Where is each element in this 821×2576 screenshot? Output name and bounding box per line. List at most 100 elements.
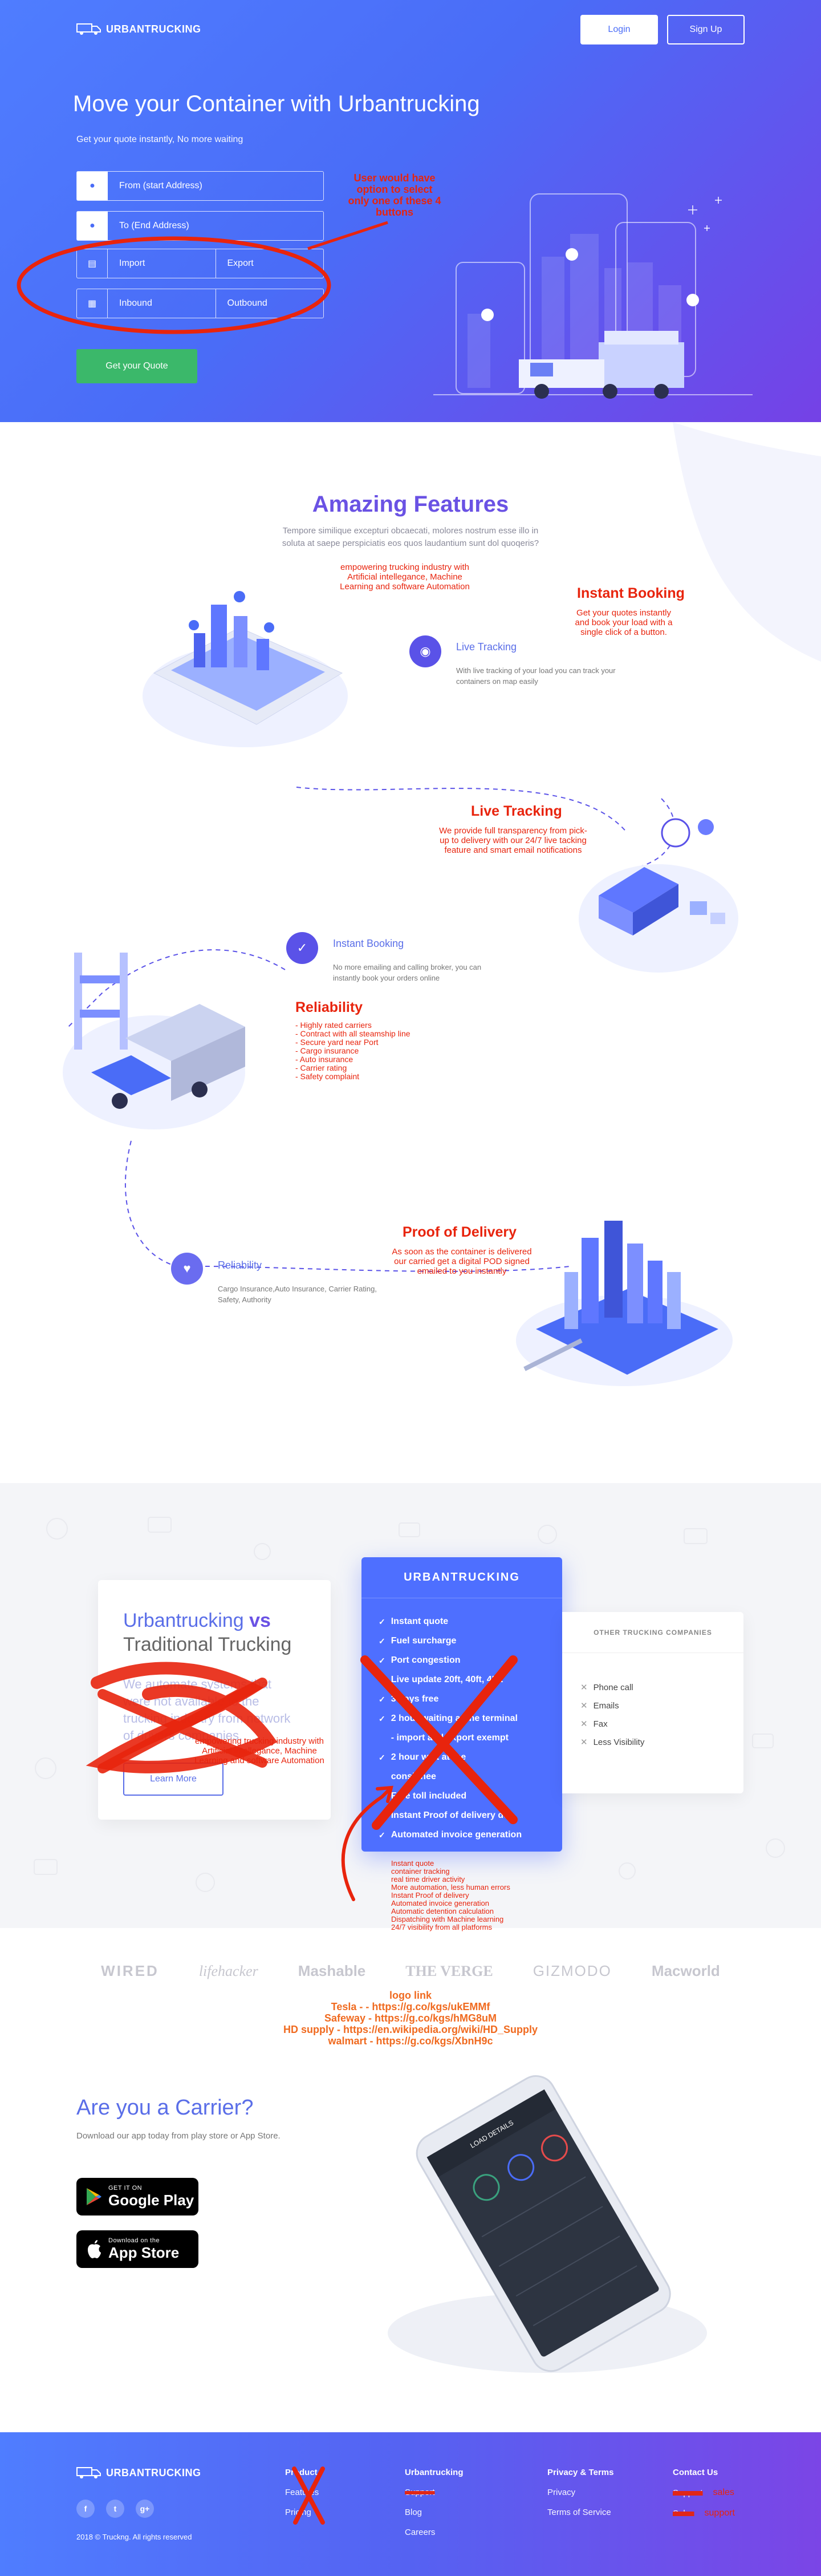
phone-mockup: LOAD DETAILS xyxy=(388,2075,707,2373)
press-logo-lifehacker: lifehacker xyxy=(198,1962,258,1979)
footer-col-privacy: Privacy & Terms Privacy Terms of Service xyxy=(547,2468,613,2517)
annotation-item: Instant quote xyxy=(391,1859,434,1868)
instant-booking-note-text: Get your quotes instantly and book your … xyxy=(575,608,673,637)
annotation-item: Dispatching with Machine learning xyxy=(391,1915,504,1923)
pod-note-title: Proof of Delivery xyxy=(403,1224,517,1240)
footer-link-privacy[interactable]: Privacy xyxy=(547,2488,613,2497)
instant-booking-note-title: Instant Booking xyxy=(577,585,685,601)
app-store-small: Download on the xyxy=(108,2237,160,2244)
truck-logo-icon xyxy=(76,23,101,35)
annotation-select-note: User would have option to select only on… xyxy=(348,172,441,218)
reliability-label: Reliability xyxy=(218,1259,262,1271)
carrier-title: Are you a Carrier? xyxy=(76,2096,254,2120)
annotation-item: Automated invoice generation xyxy=(391,1899,490,1907)
features-subtitle: Tempore similique excepturi obcaecati, m… xyxy=(282,526,539,548)
list-item: ✓ Instant quote xyxy=(379,1612,550,1631)
annotation-item: container tracking xyxy=(391,1867,450,1876)
footer-col-heading: Privacy & Terms xyxy=(547,2468,614,2477)
annotation-ai-note-2: empowering trucking industry with Artifi… xyxy=(194,1736,324,1765)
truck-logo-icon xyxy=(76,2467,101,2478)
from-address-input[interactable]: From (start Address) xyxy=(108,181,202,191)
annotation-logo-line: walmart - https://g.co/kgs/XbnH9c xyxy=(328,2035,493,2047)
footer-link-support[interactable]: Support xyxy=(405,2488,464,2497)
footer-contact-row: Support sales xyxy=(673,2488,735,2498)
annotation-sales: sales xyxy=(713,2488,734,2497)
annotation-support: support xyxy=(704,2508,735,2518)
list-item: ✓ Fuel surcharge xyxy=(379,1631,550,1651)
annotation-strike-marks xyxy=(86,1655,518,1901)
reliability-note-title: Reliability xyxy=(295,999,363,1015)
annotation-logo-links: logo link Tesla - - https://g.co/kgs/ukE… xyxy=(0,1990,821,2047)
google-play-button[interactable]: GET IT ON Google Play xyxy=(76,2178,198,2215)
press-logos-row: WIRED lifehacker Mashable THE VERGE GIZM… xyxy=(0,1962,821,1980)
footer-link-sales[interactable]: Sales xyxy=(673,2509,694,2518)
annotation-logo-line: HD supply - https://en.wikipedia.org/wik… xyxy=(283,2024,538,2035)
reliability-note-item: - Highly rated carriers xyxy=(295,1020,372,1030)
map-phone-illustration xyxy=(143,591,348,747)
annotation-cross-product xyxy=(292,2466,325,2525)
list-item-label: Fuel surcharge xyxy=(391,1636,457,1646)
reliability-note-item: - Auto insurance xyxy=(295,1055,353,1064)
other-companies-heading: OTHER TRUCKING COMPANIES xyxy=(562,1612,743,1653)
facebook-icon[interactable]: f xyxy=(76,2500,95,2518)
footer-logo[interactable]: URBANTRUCKING xyxy=(76,2466,201,2479)
google-play-icon xyxy=(87,2188,101,2205)
signup-button[interactable]: Sign Up xyxy=(667,15,745,44)
login-button[interactable]: Login xyxy=(580,15,658,44)
annotation-logo-line: Safeway - https://g.co/kgs/hMG8uM xyxy=(324,2012,497,2024)
instant-booking-desc: No more emailing and calling broker, you… xyxy=(333,963,482,982)
press-logo-gizmodo: GIZMODO xyxy=(533,1962,612,1979)
social-links: f t g+ xyxy=(76,2500,154,2518)
footer-link-blog[interactable]: Blog xyxy=(405,2508,464,2517)
location-icon: ◉ xyxy=(409,635,441,667)
twitter-icon[interactable]: t xyxy=(106,2500,124,2518)
hero-title: Move your Container with Urbantrucking xyxy=(73,91,480,116)
footer-link-terms[interactable]: Terms of Service xyxy=(547,2508,613,2517)
check-icon: ✓ xyxy=(379,1617,385,1626)
carrier-subtitle: Download our app today from play store o… xyxy=(76,2131,281,2141)
live-tracking-label: Live Tracking xyxy=(456,641,517,653)
annotation-feature-list: Instant quote container tracking real ti… xyxy=(391,1860,510,1931)
reliability-note-item: - Secure yard near Port xyxy=(295,1038,379,1047)
annotation-logo-line: Tesla - - https://g.co/kgs/ukEMMf xyxy=(331,2001,490,2012)
compare-title-vs: vs xyxy=(249,1610,271,1631)
footer-logo-text: URBANTRUCKING xyxy=(106,2466,201,2478)
features-title: Amazing Features xyxy=(312,492,509,517)
reliability-note-item: - Cargo insurance xyxy=(295,1046,359,1055)
reliability-note-list: - Highly rated carriers - Contract with … xyxy=(295,1021,410,1081)
city-truck-illustration xyxy=(433,193,753,399)
google-plus-icon[interactable]: g+ xyxy=(136,2500,154,2518)
list-item-label: Instant quote xyxy=(391,1617,449,1626)
footer-col-urbantrucking: Urbantrucking Support Blog Careers xyxy=(405,2468,464,2537)
live-tracking-note-title: Live Tracking xyxy=(471,803,562,819)
annotation-item: real time driver activity xyxy=(391,1875,465,1884)
map-pin-icon: ● xyxy=(77,172,108,200)
copyright: 2018 © Truckng. All rights reserved xyxy=(76,2533,192,2541)
reliability-note-item: - Safety complaint xyxy=(295,1072,360,1081)
app-store-button[interactable]: Download on the App Store xyxy=(76,2230,198,2268)
shipment-truck-illustration xyxy=(579,818,738,973)
apple-icon xyxy=(88,2240,101,2258)
from-address-field[interactable]: ● From (start Address) xyxy=(76,171,324,201)
annotation-item: More automation, less human errors xyxy=(391,1883,510,1892)
check-circle-icon: ✓ xyxy=(286,932,318,964)
google-play-label: Google Play xyxy=(108,2191,194,2209)
annotation-item: Automatic detention calculation xyxy=(391,1907,494,1915)
warehouse-truck-illustration xyxy=(63,953,245,1129)
press-logo-wired: WIRED xyxy=(101,1962,159,1979)
city-port-illustration xyxy=(516,1221,733,1386)
footer-link-support-contact[interactable]: Support xyxy=(673,2488,703,2498)
footer-contact-row: Sales support xyxy=(673,2508,735,2518)
reliability-note-item: - Contract with all steamship line xyxy=(295,1029,410,1038)
footer-link-careers[interactable]: Careers xyxy=(405,2528,464,2537)
annotation-item: Instant Proof of delivery xyxy=(391,1891,469,1899)
check-icon: ✓ xyxy=(379,1636,385,1646)
annotation-item: 24/7 visibility from all platforms xyxy=(391,1923,492,1931)
annotation-logo-title: logo link xyxy=(389,1990,432,2001)
live-tracking-desc: With live tracking of your load you can … xyxy=(456,666,616,686)
live-tracking-note-text: We provide full transparency from pick-u… xyxy=(439,826,587,855)
instant-booking-label: Instant Booking xyxy=(333,938,404,949)
press-logo-mashable: Mashable xyxy=(298,1962,366,1979)
google-play-small: GET IT ON xyxy=(108,2184,143,2192)
header-logo[interactable]: URBANTRUCKING xyxy=(76,23,201,35)
